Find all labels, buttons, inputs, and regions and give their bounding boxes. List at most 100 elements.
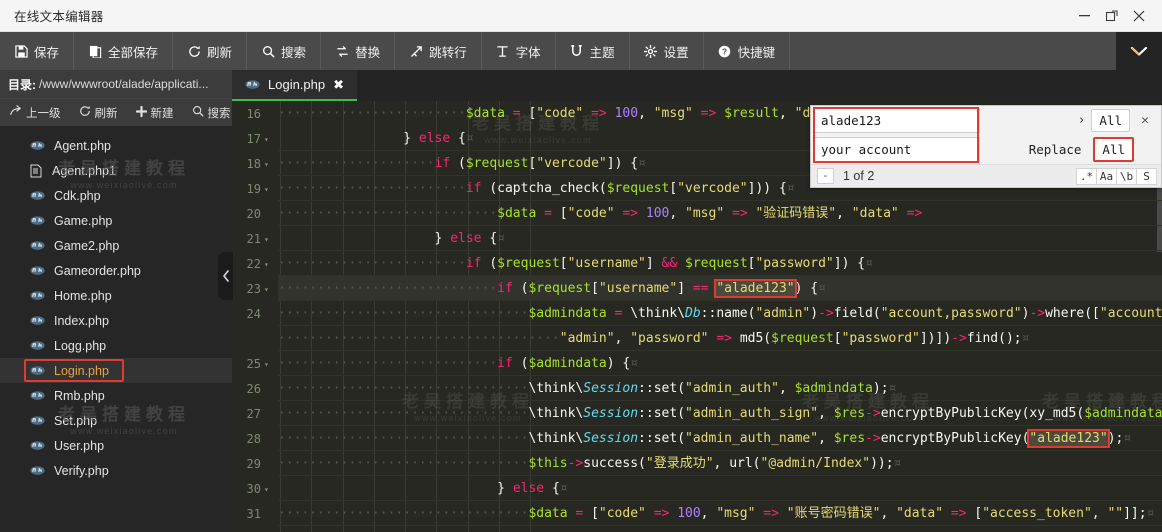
- file-item[interactable]: User.php: [0, 433, 232, 458]
- tab-login-php[interactable]: Login.php ✖: [232, 70, 358, 101]
- match-case-toggle[interactable]: Aa: [1096, 167, 1117, 185]
- code-token: [: [669, 181, 678, 196]
- code-token: $admindata: [1084, 406, 1162, 421]
- code-line[interactable]: ····································"adm…: [278, 326, 1162, 351]
- code-line[interactable]: ································$data = …: [278, 501, 1162, 526]
- fold-toggle-icon[interactable]: ▾: [264, 135, 273, 144]
- close-icon[interactable]: [1125, 0, 1152, 32]
- minimize-icon[interactable]: [1071, 0, 1098, 32]
- code-line[interactable]: } else {¤: [278, 476, 1162, 501]
- file-item[interactable]: Gameorder.php: [0, 258, 232, 283]
- fold-toggle-icon[interactable]: ▾: [264, 185, 273, 194]
- toolbar-theme-button[interactable]: 主题: [556, 32, 630, 70]
- selection-toggle[interactable]: S: [1136, 167, 1157, 185]
- code-line[interactable]: ····························if ($adminda…: [278, 351, 1162, 376]
- file-item-label: User.php: [54, 438, 105, 453]
- toolbar-expand-button[interactable]: [1116, 32, 1162, 70]
- file-item[interactable]: Index.php: [0, 308, 232, 333]
- code-line[interactable]: ····························if ($request…: [278, 276, 1162, 301]
- code-token: "password": [841, 331, 920, 346]
- code-token: "admin_auth": [685, 381, 779, 396]
- code-line[interactable]: ································\think\S…: [278, 401, 1162, 426]
- line-rule: [278, 400, 1162, 401]
- line-rule: [278, 375, 1162, 376]
- replace-all-button[interactable]: All: [1093, 137, 1134, 162]
- maximize-icon[interactable]: [1098, 0, 1125, 32]
- toolbar-refresh-button[interactable]: 刷新: [173, 32, 248, 70]
- sidebar-collapse-button[interactable]: [218, 252, 233, 300]
- code-token: ¤: [497, 231, 505, 246]
- search-match-highlight: "alade123": [714, 279, 797, 298]
- fold-toggle-icon[interactable]: ▾: [264, 260, 273, 269]
- file-item[interactable]: Agent.php1: [0, 158, 232, 183]
- close-icon[interactable]: ✕: [1134, 113, 1156, 128]
- file-item[interactable]: Verify.php: [0, 458, 232, 483]
- close-icon[interactable]: ✖: [333, 77, 344, 93]
- sidebar-search-button[interactable]: 搜索: [183, 105, 240, 121]
- file-item[interactable]: Agent.php: [0, 133, 232, 158]
- file-item-active[interactable]: Login.php: [0, 358, 232, 383]
- toolbar-save-all-label: 全部保存: [108, 45, 159, 60]
- code-line[interactable]: } else {¤: [278, 226, 1162, 251]
- replace-button[interactable]: Replace: [1021, 138, 1090, 161]
- code-token: "": [1107, 506, 1124, 521]
- replace-input[interactable]: your account: [814, 137, 980, 162]
- code-line[interactable]: ································\think\S…: [278, 376, 1162, 401]
- fold-toggle-icon[interactable]: ▾: [264, 235, 273, 244]
- plus-icon: [135, 105, 147, 120]
- code-line[interactable]: ····························$data = ["co…: [278, 201, 1162, 226]
- code-line[interactable]: ························if ($request["us…: [278, 251, 1162, 276]
- file-item[interactable]: Game2.php: [0, 233, 232, 258]
- find-all-button[interactable]: All: [1091, 109, 1130, 132]
- toolbar-shortcut-button[interactable]: ? 快捷键: [704, 32, 791, 70]
- code-token: $res: [833, 431, 866, 446]
- file-item[interactable]: Rmb.php: [0, 383, 232, 408]
- code-line[interactable]: }¤: [278, 526, 1162, 532]
- file-item[interactable]: Game.php: [0, 208, 232, 233]
- toolbar-goto-line-button[interactable]: 跳转行: [395, 32, 482, 70]
- line-number: 22: [246, 257, 261, 271]
- toolbar-font-button[interactable]: 字体: [482, 32, 556, 70]
- code-token: "account,password": [880, 306, 1022, 321]
- code-token: }: [278, 131, 419, 146]
- toolbar-search-button[interactable]: 搜索: [247, 32, 322, 70]
- sidebar-refresh-button[interactable]: 刷新: [70, 105, 127, 121]
- file-item[interactable]: Home.php: [0, 283, 232, 308]
- code-token: (: [638, 456, 646, 471]
- regex-toggle[interactable]: .*: [1076, 167, 1097, 185]
- line-rule: [278, 500, 1162, 501]
- code-line[interactable]: ································\think\S…: [278, 426, 1162, 451]
- find-input[interactable]: alade123: [814, 108, 980, 133]
- toolbar-save-all-button[interactable]: 全部保存: [74, 32, 174, 70]
- code-token: ,: [713, 456, 730, 471]
- toolbar-theme-label: 主题: [589, 45, 615, 60]
- up-level-button[interactable]: 上一级: [0, 105, 70, 121]
- toolbar-save-button[interactable]: 保存: [0, 32, 75, 70]
- directory-path[interactable]: /www/wwwroot/alade/applicati...: [39, 77, 208, 91]
- code-token: $request: [465, 156, 529, 171]
- fold-toggle-icon[interactable]: ▾: [264, 160, 273, 169]
- main-toolbar: 保存 全部保存 刷新 搜索 替换 跳转行 字体 主题 设置 ? 快捷键: [0, 32, 1162, 70]
- file-item[interactable]: Cdk.php: [0, 183, 232, 208]
- fold-toggle-icon[interactable]: ▾: [264, 360, 273, 369]
- line-number: 18: [246, 157, 261, 171]
- code-token: Session: [583, 431, 639, 446]
- code-line[interactable]: ································$adminda…: [278, 301, 1162, 326]
- toolbar-replace-button[interactable]: 替换: [321, 32, 396, 70]
- fold-toggle-icon[interactable]: ▾: [264, 485, 273, 494]
- file-list[interactable]: Agent.php Agent.php1 Cdk.php Game.php Game2.…: [0, 126, 232, 532]
- fold-toggle-icon[interactable]: ▾: [264, 285, 273, 294]
- line-rule: [278, 225, 1162, 226]
- find-flags: .* Aa \b S: [1076, 165, 1161, 187]
- code-token: =>: [583, 106, 615, 121]
- toolbar-settings-button[interactable]: 设置: [630, 32, 704, 70]
- collapse-button[interactable]: -: [817, 168, 834, 184]
- code-token: 100: [677, 506, 701, 521]
- find-next-icon[interactable]: ›: [1076, 113, 1088, 128]
- new-file-button[interactable]: 新建: [127, 105, 183, 121]
- file-item[interactable]: Set.php: [0, 408, 232, 433]
- file-item[interactable]: Logg.php: [0, 333, 232, 358]
- whole-word-toggle[interactable]: \b: [1116, 167, 1137, 185]
- code-token: else: [512, 481, 545, 496]
- code-line[interactable]: ································$this->s…: [278, 451, 1162, 476]
